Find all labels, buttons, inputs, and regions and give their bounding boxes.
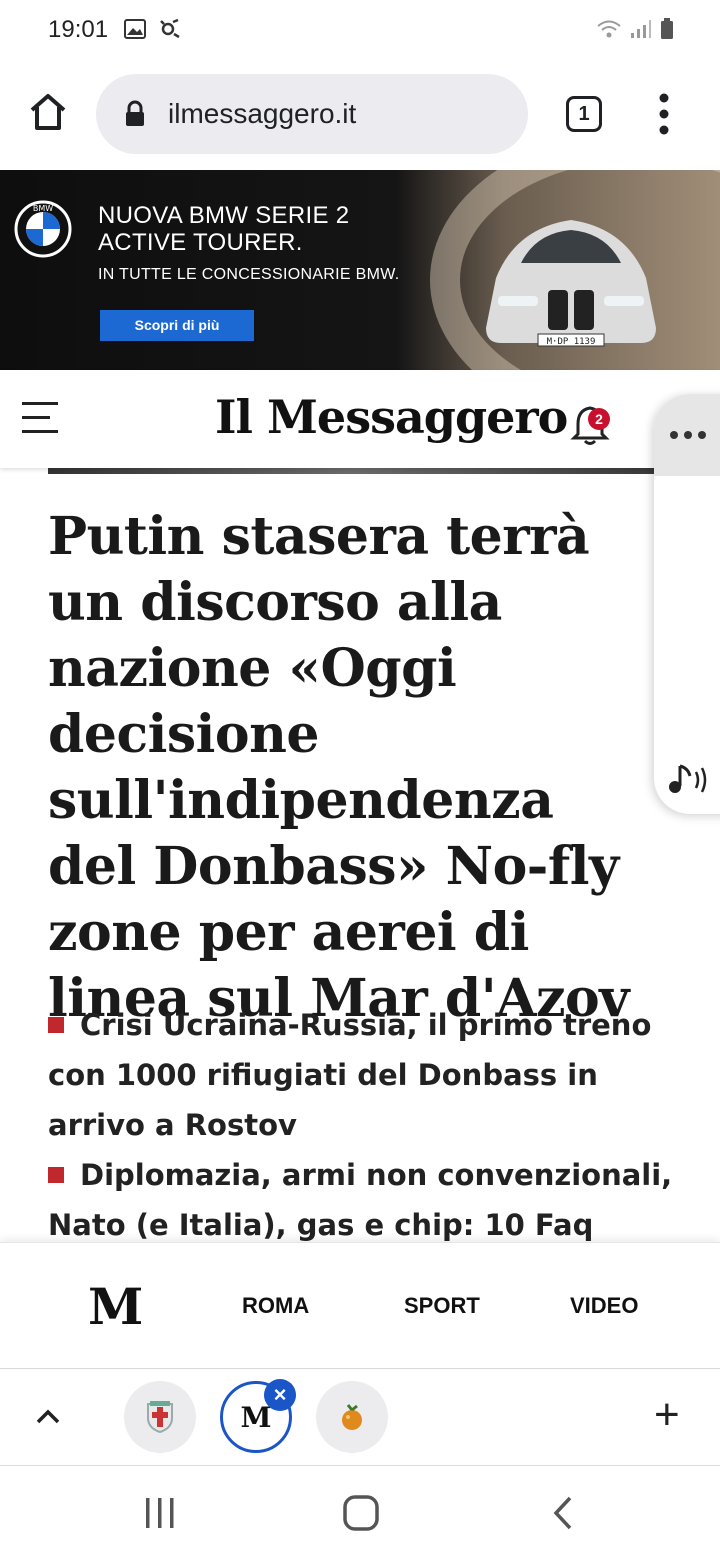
bullet-square-icon — [48, 1167, 64, 1183]
address-bar[interactable]: ilmessaggero.it — [96, 74, 528, 154]
floating-side-widget — [654, 394, 720, 814]
ad-title: NUOVA BMW SERIE 2 ACTIVE TOURER. — [98, 202, 349, 256]
ad-car-image: M·DP 1139 — [486, 220, 656, 347]
more-dot-icon — [698, 431, 706, 439]
ad-title-line2: ACTIVE TOURER. — [98, 229, 303, 256]
recent-apps-icon[interactable] — [144, 1496, 176, 1530]
audio-read-aloud-icon[interactable] — [666, 760, 714, 800]
site-bottom-nav: M ROMA SPORT VIDEO — [0, 1242, 720, 1368]
hero-image-edge — [48, 468, 654, 474]
tab-roma-crest[interactable] — [124, 1381, 196, 1453]
notification-badge: 2 — [588, 408, 610, 430]
status-system-icons — [596, 18, 674, 40]
article-headline[interactable]: Putin stasera terrà un discorso alla naz… — [48, 504, 658, 1032]
related-articles-list: Crisi Ucraina-Russia, il primo treno con… — [48, 1000, 688, 1250]
tab-switcher-button[interactable]: 1 — [566, 96, 602, 132]
chevron-up-icon[interactable] — [34, 1403, 62, 1431]
fruit-icon — [342, 1404, 362, 1430]
browser-toolbar: ilmessaggero.it 1 — [0, 60, 720, 170]
site-nav-home-logo[interactable]: M — [88, 1277, 143, 1336]
signal-icon — [631, 20, 651, 38]
site-masthead-logo[interactable]: Il Messaggero — [215, 390, 568, 444]
status-bar: 19:01 — [0, 0, 720, 60]
related-article-link[interactable]: Diplomazia, armi non convenzionali, Nato… — [48, 1150, 688, 1250]
battery-icon — [661, 18, 673, 39]
bmw-ad-banner[interactable]: BMW NUOVA BMW SERIE 2 ACTIVE TOURER. IN … — [0, 170, 720, 370]
app-notification-icon — [160, 18, 180, 39]
ad-title-line1: NUOVA BMW SERIE 2 — [98, 202, 350, 229]
home-button[interactable] — [24, 88, 72, 136]
nav-link-roma[interactable]: ROMA — [242, 1293, 309, 1319]
svg-text:BMW: BMW — [33, 204, 53, 213]
nav-link-video[interactable]: VIDEO — [570, 1293, 638, 1319]
bmw-logo-icon: BMW — [14, 200, 72, 263]
tab-food-site[interactable] — [316, 1381, 388, 1453]
menu-hamburger-icon[interactable] — [22, 402, 58, 434]
url-text: ilmessaggero.it — [168, 98, 357, 129]
wifi-icon — [597, 20, 621, 38]
browser-tab-strip: M × + — [0, 1368, 720, 1466]
more-vert-icon — [659, 93, 669, 135]
back-nav-icon[interactable] — [550, 1494, 576, 1532]
status-notification-icons — [124, 18, 182, 40]
home-nav-icon[interactable] — [342, 1494, 380, 1532]
svg-text:M·DP 1139: M·DP 1139 — [547, 337, 596, 347]
browser-menu-button[interactable] — [650, 92, 678, 136]
bullet-square-icon — [48, 1017, 64, 1033]
related-article-text: Crisi Ucraina-Russia, il primo treno con… — [48, 1008, 652, 1142]
more-dot-icon — [670, 431, 678, 439]
home-icon — [30, 94, 66, 130]
close-tab-icon[interactable]: × — [264, 1379, 296, 1411]
tab-site-logo: M — [240, 1400, 272, 1434]
city-crest-icon — [147, 1401, 173, 1434]
add-tab-button[interactable]: + — [654, 1393, 680, 1437]
ad-cta-button[interactable]: Scopri di più — [100, 310, 254, 341]
side-more-button[interactable] — [654, 394, 720, 476]
lock-icon — [126, 100, 144, 126]
ad-subtitle: IN TUTTE LE CONCESSIONARIE BMW. — [98, 266, 400, 283]
status-time: 19:01 — [48, 16, 109, 43]
related-article-link[interactable]: Crisi Ucraina-Russia, il primo treno con… — [48, 1000, 688, 1150]
related-article-text: Diplomazia, armi non convenzionali, Nato… — [48, 1158, 673, 1242]
android-navigation-bar — [0, 1466, 720, 1560]
more-dot-icon — [684, 431, 692, 439]
nav-link-sport[interactable]: SPORT — [404, 1293, 480, 1319]
gallery-icon — [124, 19, 146, 39]
site-header: Il Messaggero 2 — [0, 370, 720, 468]
